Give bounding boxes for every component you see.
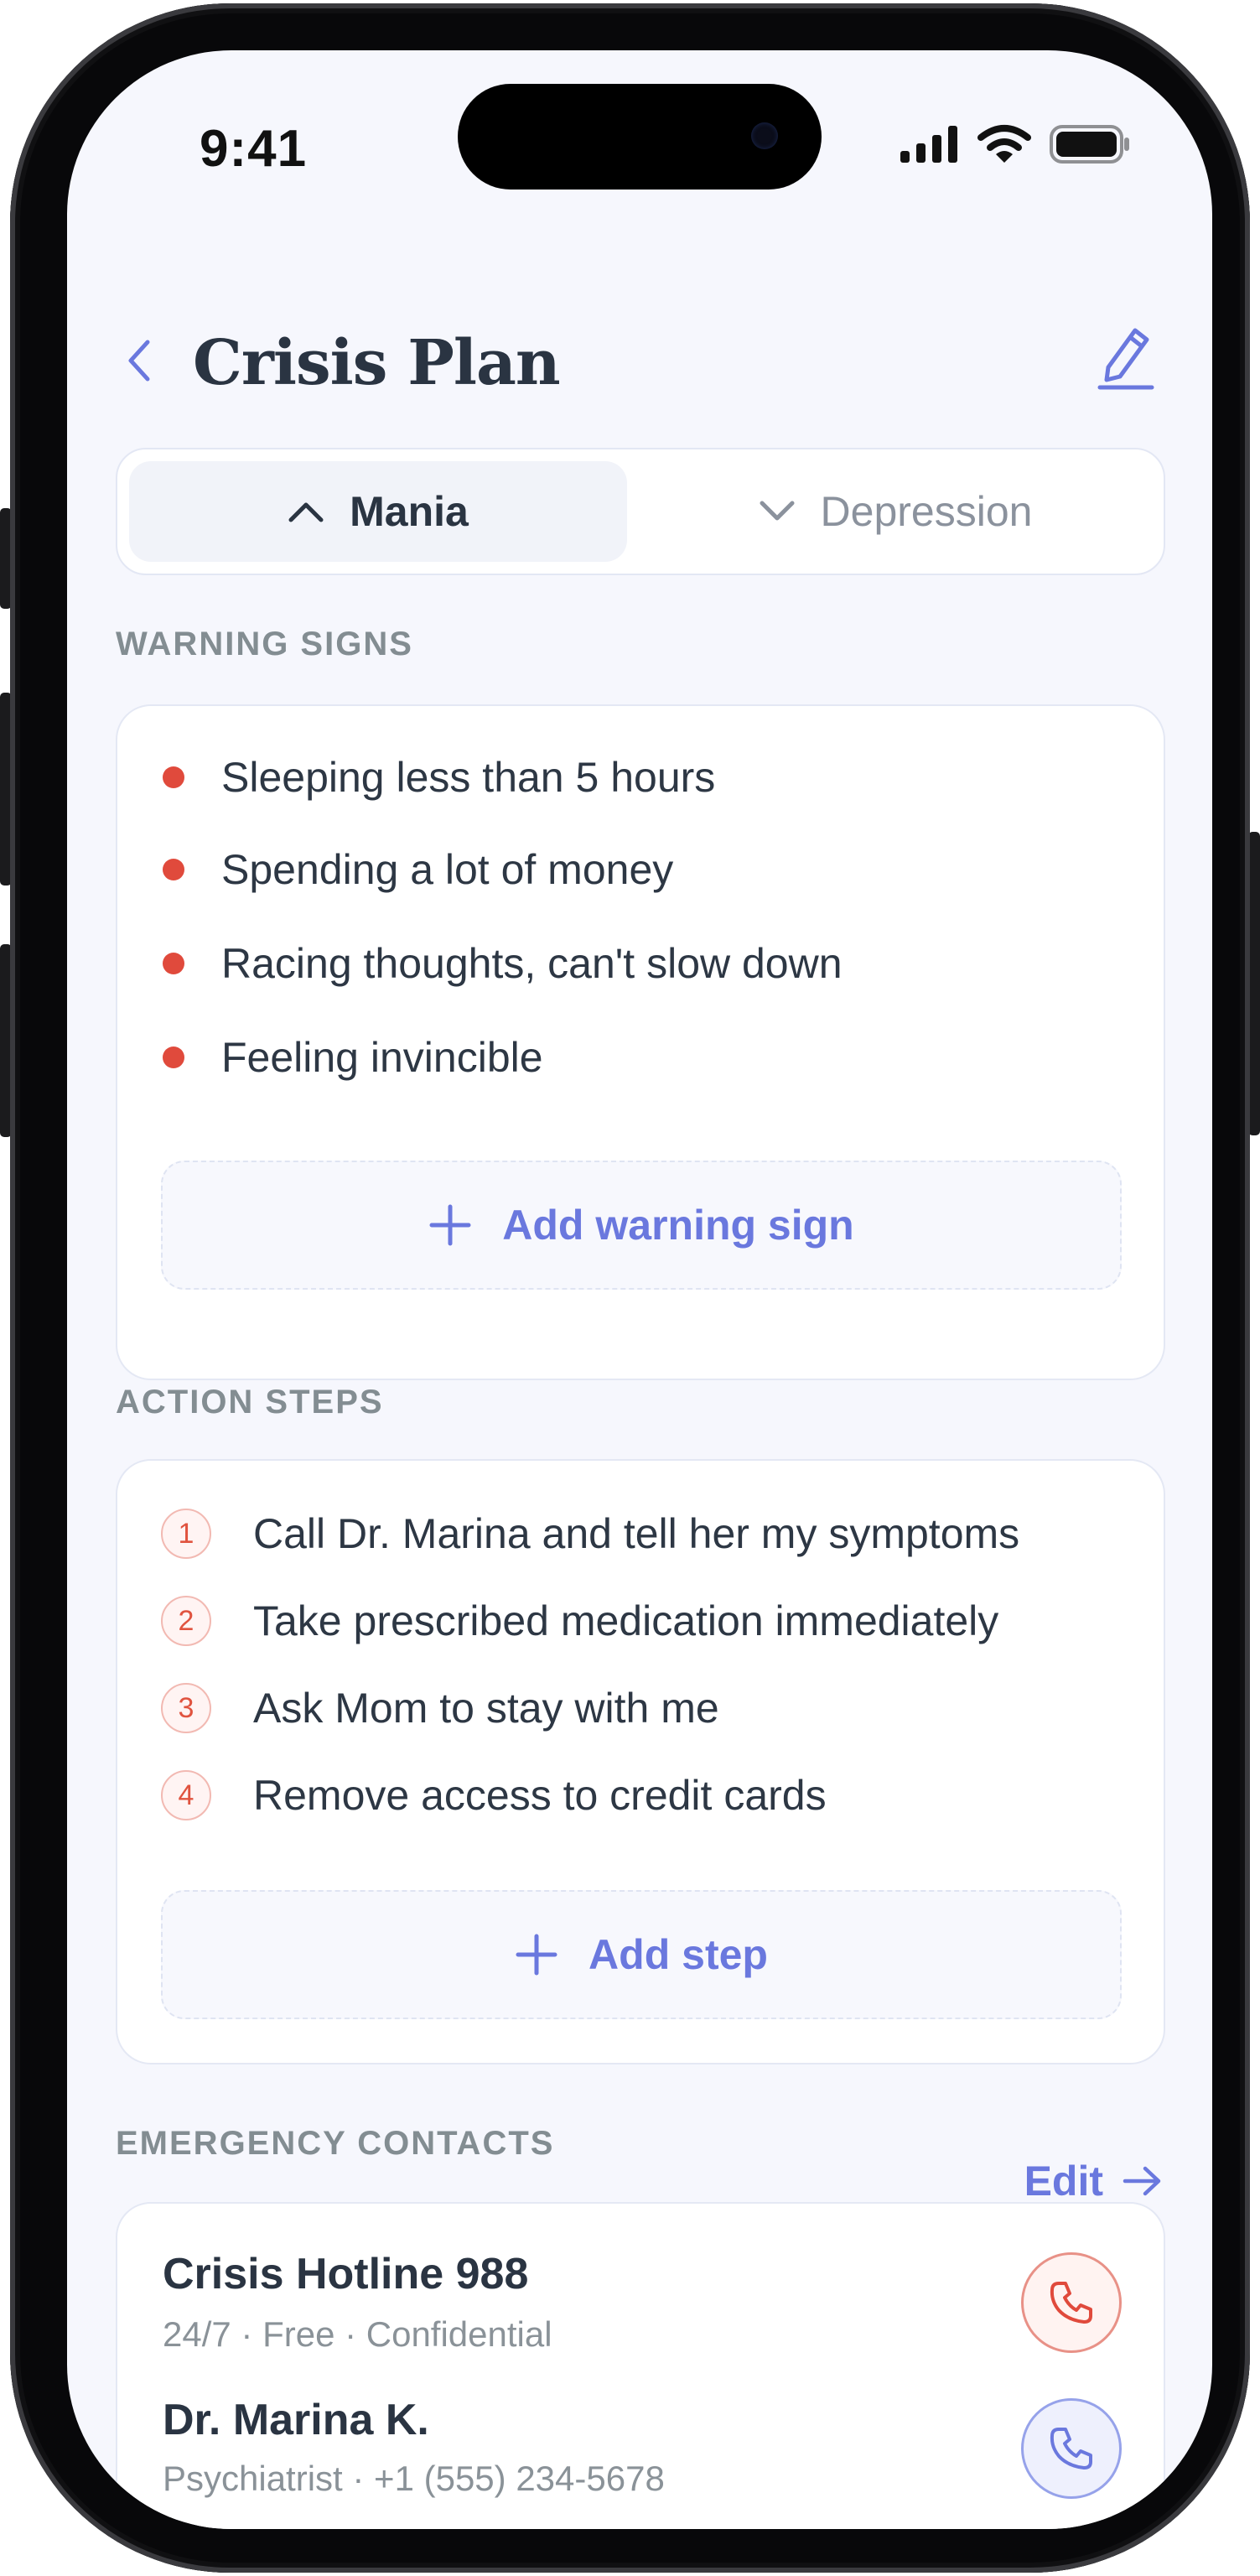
add-step-label: Add step [589, 1931, 768, 1978]
action-steps-card: 1 Call Dr. Marina and tell her my sympto… [116, 1459, 1165, 2064]
contact-name: Crisis Hotline 988 [163, 2250, 529, 2298]
device-stage: 9:41 Crisis Plan Mania Depression WARNIN… [0, 0, 1260, 2576]
warning-sign-item[interactable]: Spending a lot of money [163, 840, 673, 899]
warning-sign-item[interactable]: Feeling invincible [163, 1028, 543, 1087]
edit-contacts-label: Edit [1024, 2158, 1103, 2205]
step-number-badge: 1 [161, 1509, 211, 1559]
step-number-badge: 3 [161, 1683, 211, 1733]
warning-sign-text: Sleeping less than 5 hours [221, 754, 716, 801]
app-screen: 9:41 Crisis Plan Mania Depression WARNIN… [67, 50, 1212, 2529]
wifi-icon [977, 125, 1031, 163]
action-step-text: Call Dr. Marina and tell her my symptoms [253, 1510, 1020, 1557]
add-step-button[interactable]: Add step [161, 1890, 1122, 2019]
status-icons [900, 124, 1130, 164]
action-step-text: Ask Mom to stay with me [253, 1685, 719, 1732]
step-number-badge: 4 [161, 1770, 211, 1820]
warning-sign-item[interactable]: Sleeping less than 5 hours [163, 748, 715, 807]
bullet-dot [163, 1046, 184, 1068]
plan-type-segmented-control: Mania Depression [116, 448, 1165, 575]
emergency-contacts-card: Crisis Hotline 988 24/7 · Free · Confide… [116, 2202, 1165, 2529]
warning-sign-text: Racing thoughts, can't slow down [221, 940, 843, 987]
status-time: 9:41 [200, 120, 308, 178]
contact-detail: Psychiatrist · +1 (555) 234-5678 [163, 2459, 665, 2498]
camera-icon [751, 122, 778, 149]
phone-icon [1050, 2428, 1092, 2470]
bullet-dot [163, 766, 184, 788]
chevron-up-icon [288, 502, 324, 522]
warning-sign-text: Spending a lot of money [221, 846, 674, 893]
tab-mania-label: Mania [350, 488, 469, 535]
action-step-item[interactable]: 2 Take prescribed medication immediately [161, 1592, 998, 1650]
bullet-dot [163, 953, 184, 974]
warning-signs-heading: WARNING SIGNS [116, 626, 413, 662]
action-steps-heading: ACTION STEPS [116, 1384, 384, 1420]
plus-icon [429, 1204, 471, 1246]
battery-icon [1050, 125, 1129, 164]
page-title: Crisis Plan [193, 327, 561, 399]
tab-depression-label: Depression [820, 488, 1033, 535]
action-step-text: Take prescribed medication immediately [253, 1597, 999, 1644]
contact-detail: 24/7 · Free · Confidential [163, 2314, 552, 2354]
phone-icon [1050, 2282, 1092, 2324]
edit-pencil-icon[interactable] [1097, 324, 1155, 391]
phone-frame: 9:41 Crisis Plan Mania Depression WARNIN… [10, 3, 1250, 2573]
warning-sign-item[interactable]: Racing thoughts, can't slow down [163, 934, 843, 993]
call-button[interactable] [1021, 2252, 1122, 2353]
action-step-item[interactable]: 1 Call Dr. Marina and tell her my sympto… [161, 1504, 1019, 1563]
add-warning-sign-label: Add warning sign [502, 1202, 854, 1249]
step-number-badge: 2 [161, 1596, 211, 1646]
add-warning-sign-button[interactable]: Add warning sign [161, 1161, 1122, 1290]
call-button[interactable] [1021, 2398, 1122, 2499]
contact-name: Dr. Marina K. [163, 2396, 429, 2444]
power-button [1248, 832, 1260, 1135]
back-chevron-icon[interactable] [122, 335, 156, 386]
action-step-text: Remove access to credit cards [253, 1772, 827, 1819]
tab-depression[interactable]: Depression [639, 461, 1152, 562]
emergency-contacts-heading: EMERGENCY CONTACTS [116, 2125, 555, 2162]
bullet-dot [163, 859, 184, 880]
edit-contacts-link[interactable]: Edit [1024, 2157, 1164, 2205]
plus-icon [516, 1934, 557, 1976]
warning-sign-text: Feeling invincible [221, 1034, 543, 1081]
arrow-right-icon [1123, 2166, 1161, 2196]
action-step-item[interactable]: 4 Remove access to credit cards [161, 1766, 827, 1825]
action-step-item[interactable]: 3 Ask Mom to stay with me [161, 1679, 719, 1737]
tab-mania[interactable]: Mania [129, 461, 627, 562]
dynamic-island [458, 84, 822, 190]
signal-icon [900, 126, 957, 163]
chevron-down-icon [760, 501, 795, 521]
warning-signs-card: Sleeping less than 5 hours Spending a lo… [116, 704, 1165, 1380]
